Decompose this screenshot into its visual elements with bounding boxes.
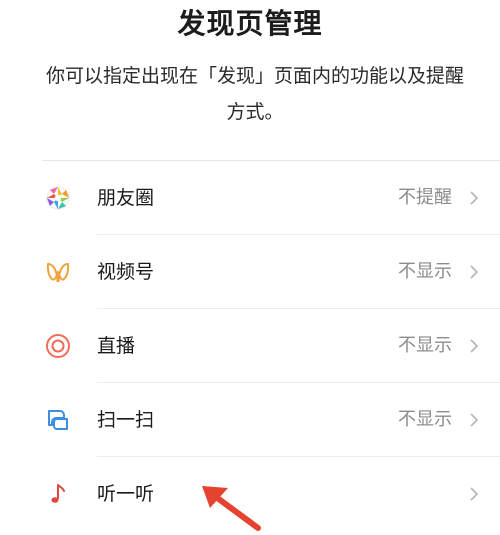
- chevron-right-icon: [466, 190, 482, 206]
- annotation-arrow-icon: [198, 478, 268, 531]
- discover-item-scan[interactable]: 扫一扫 不显示: [0, 383, 500, 457]
- scan-icon: [44, 406, 72, 434]
- discover-item-status: 不提醒: [398, 187, 452, 208]
- discover-item-live[interactable]: 直播 不显示: [0, 309, 500, 383]
- chevron-right-icon: [466, 264, 482, 280]
- page-description: 你可以指定出现在「发现」页面内的功能以及提醒方式。: [45, 65, 464, 123]
- music-note-icon: [44, 480, 72, 508]
- discover-item-label: 视频号: [97, 261, 155, 283]
- channels-butterfly-icon: [44, 258, 72, 286]
- moments-aperture-icon: [44, 184, 72, 212]
- discover-item-label: 听一听: [97, 483, 155, 505]
- discover-item-status: 不显示: [398, 335, 452, 356]
- discover-item-label: 直播: [97, 335, 136, 357]
- discover-item-label: 朋友圈: [97, 187, 155, 209]
- chevron-right-icon: [466, 338, 482, 354]
- page-title: 发现页管理: [177, 7, 323, 40]
- discover-item-status: 不显示: [398, 261, 452, 282]
- discover-item-channels[interactable]: 视频号 不显示: [0, 235, 500, 309]
- discover-item-label: 扫一扫: [97, 409, 155, 431]
- chevron-right-icon: [466, 412, 482, 428]
- discover-item-moments[interactable]: 朋友圈 不提醒: [0, 161, 500, 235]
- discover-item-status: 不显示: [398, 409, 452, 430]
- chevron-right-icon: [466, 486, 482, 502]
- live-circle-icon: [44, 332, 72, 360]
